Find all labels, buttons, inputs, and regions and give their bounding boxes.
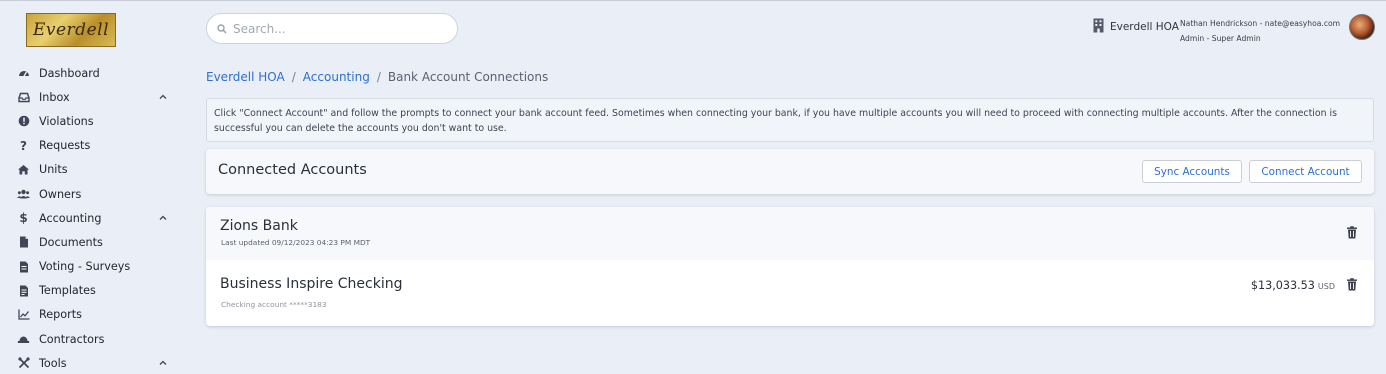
sidebar-item-label: Inbox: [39, 90, 70, 104]
account-number: Checking account *****3183: [221, 300, 327, 309]
chevron-up-icon[interactable]: [158, 213, 168, 223]
bank-connection-card: Zions Bank Last updated 09/12/2023 04:23…: [206, 207, 1374, 326]
sidebar-item-violations[interactable]: Violations: [0, 109, 190, 133]
sidebar-item-contractors[interactable]: Contractors: [0, 327, 190, 351]
sidebar: Everdell Dashboard Inbox Violations ? Re…: [0, 1, 190, 374]
sidebar-item-voting-surveys[interactable]: Voting - Surveys: [0, 255, 190, 279]
user-info[interactable]: Nathan Hendrickson - nate@easyhoa.com Ad…: [1180, 16, 1340, 46]
section-title: Connected Accounts: [218, 162, 367, 178]
breadcrumb-current: Bank Account Connections: [387, 70, 549, 84]
dashboard-icon: [17, 67, 30, 80]
ballot-icon: [17, 260, 30, 273]
info-text: Click "Connect Account" and follow the p…: [214, 108, 1338, 134]
sidebar-item-label: Dashboard: [39, 66, 100, 80]
dollar-icon: $: [19, 211, 28, 226]
avatar[interactable]: [1349, 14, 1375, 40]
account-name: Business Inspire Checking: [220, 276, 403, 292]
sidebar-item-units[interactable]: Units: [0, 158, 190, 182]
sidebar-item-accounting[interactable]: $ Accounting: [0, 206, 190, 230]
balance-amount: $13,033.53: [1250, 279, 1315, 292]
alert-circle-icon: [17, 115, 30, 128]
sidebar-item-label: Requests: [39, 139, 91, 153]
sidebar-item-label: Violations: [39, 114, 94, 128]
sidebar-item-label: Accounting: [39, 211, 102, 225]
sidebar-item-label: Tools: [39, 356, 67, 370]
sidebar-item-label: Owners: [39, 187, 82, 201]
sidebar-item-templates[interactable]: Templates: [0, 279, 190, 303]
sidebar-item-dashboard[interactable]: Dashboard: [0, 61, 190, 85]
sidebar-item-reports[interactable]: Reports: [0, 303, 190, 327]
question-icon: ?: [20, 138, 27, 153]
bank-name: Zions Bank: [220, 218, 298, 234]
sidebar-item-documents[interactable]: Documents: [0, 230, 190, 254]
template-icon: [17, 284, 30, 297]
sidebar-item-label: Reports: [39, 308, 82, 322]
breadcrumb: Everdell HOA / Accounting / Bank Account…: [206, 70, 548, 84]
connected-accounts-header: Connected Accounts Sync Accounts Connect…: [206, 149, 1374, 194]
delete-bank-icon[interactable]: [1346, 226, 1358, 239]
breadcrumb-separator: /: [291, 70, 296, 84]
document-icon: [17, 236, 30, 249]
search-bar[interactable]: [206, 13, 458, 44]
breadcrumb-accounting-link[interactable]: Accounting: [303, 70, 370, 84]
sidebar-item-label: Templates: [39, 284, 96, 298]
sidebar-item-tools[interactable]: Tools: [0, 351, 190, 374]
hoa-switcher[interactable]: Everdell HOA: [1093, 18, 1179, 36]
sidebar-item-label: Documents: [39, 235, 103, 249]
users-icon: [17, 188, 30, 201]
delete-account-icon[interactable]: [1346, 278, 1358, 291]
breadcrumb-hoa-link[interactable]: Everdell HOA: [206, 70, 285, 84]
chevron-up-icon[interactable]: [158, 358, 168, 368]
sync-accounts-button[interactable]: Sync Accounts: [1142, 160, 1242, 183]
sidebar-item-inbox[interactable]: Inbox: [0, 85, 190, 109]
bank-header: Zions Bank Last updated 09/12/2023 04:23…: [206, 207, 1374, 260]
search-icon: [217, 19, 227, 38]
sidebar-item-label: Units: [39, 163, 68, 177]
hard-hat-icon: [17, 333, 30, 346]
bank-last-updated: Last updated 09/12/2023 04:23 PM MDT: [221, 238, 371, 247]
search-input[interactable]: [233, 21, 433, 36]
breadcrumb-separator: /: [376, 70, 381, 84]
sidebar-item-requests[interactable]: ? Requests: [0, 134, 190, 158]
user-role: Admin - Super Admin: [1180, 34, 1261, 43]
sidebar-nav: Dashboard Inbox Violations ? Requests Un…: [0, 61, 190, 374]
tools-icon: [17, 357, 30, 370]
hoa-logo[interactable]: Everdell: [26, 13, 116, 47]
inbox-icon: [17, 91, 30, 104]
chevron-up-icon[interactable]: [158, 92, 168, 102]
sidebar-item-label: Voting - Surveys: [39, 260, 131, 274]
logo-text: Everdell: [32, 20, 110, 40]
sidebar-item-owners[interactable]: Owners: [0, 182, 190, 206]
hoa-name: Everdell HOA: [1110, 21, 1179, 33]
home-icon: [17, 163, 30, 176]
info-message: Click "Connect Account" and follow the p…: [206, 98, 1374, 142]
connect-account-button[interactable]: Connect Account: [1249, 160, 1362, 183]
sidebar-item-label: Contractors: [39, 332, 105, 346]
chart-icon: [17, 308, 30, 321]
account-balance: $13,033.53 USD: [1251, 279, 1335, 292]
building-icon: [1093, 18, 1104, 36]
balance-currency: USD: [1317, 282, 1335, 291]
user-name-email: Nathan Hendrickson - nate@easyhoa.com: [1180, 19, 1341, 28]
